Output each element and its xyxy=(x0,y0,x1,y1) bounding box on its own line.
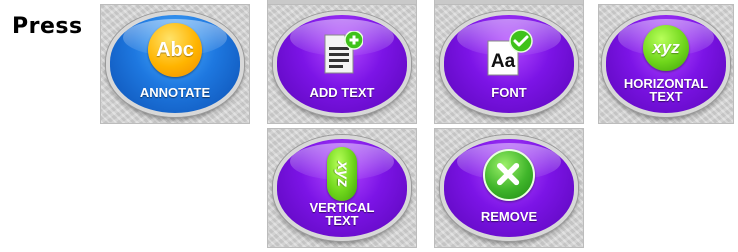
vertical-text-button[interactable]: xyz VERTICAL TEXT xyxy=(273,135,411,241)
vertical-text-tile: xyz VERTICAL TEXT xyxy=(267,128,417,248)
xyz-vertical-icon-text: xyz xyxy=(333,161,351,187)
abc-icon: Abc xyxy=(148,23,202,77)
instruction-panel: Press Abc ANNOTATE ADD TEXT Aa FONT xyz … xyxy=(0,0,738,252)
horizontal-text-label: HORIZONTAL TEXT xyxy=(623,76,709,104)
annotate-label: ANNOTATE xyxy=(139,85,211,100)
remove-label: REMOVE xyxy=(480,209,538,224)
horizontal-text-button[interactable]: xyz HORIZONTAL TEXT xyxy=(602,11,730,117)
font-icon-text: Aa xyxy=(491,51,516,72)
xyz-horizontal-icon: xyz xyxy=(643,25,689,71)
remove-tile: REMOVE xyxy=(434,128,584,248)
horizontal-text-tile: xyz HORIZONTAL TEXT xyxy=(598,4,734,124)
add-text-tile: ADD TEXT xyxy=(267,4,417,124)
font-button[interactable]: Aa FONT xyxy=(440,11,578,117)
vertical-text-label: VERTICAL TEXT xyxy=(309,200,375,228)
annotate-tile: Abc ANNOTATE xyxy=(100,4,250,124)
xyz-vertical-icon: xyz xyxy=(327,147,357,201)
press-label: Press xyxy=(12,14,83,39)
font-label: FONT xyxy=(491,85,527,100)
close-x-icon xyxy=(483,149,535,201)
document-add-icon xyxy=(324,31,363,74)
font-tile: Aa FONT xyxy=(434,4,584,124)
annotate-button[interactable]: Abc ANNOTATE xyxy=(106,11,244,117)
add-text-label: ADD TEXT xyxy=(309,85,375,100)
add-text-button[interactable]: ADD TEXT xyxy=(273,11,411,117)
font-check-icon: Aa xyxy=(487,29,533,76)
remove-button[interactable]: REMOVE xyxy=(440,135,578,241)
